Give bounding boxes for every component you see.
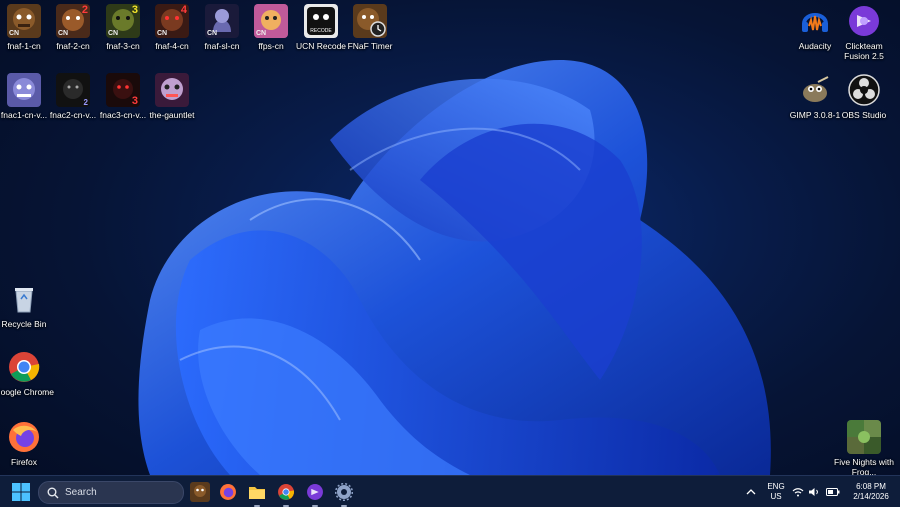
fnac3-icon: 3 (106, 73, 140, 107)
fnac1-icon (7, 73, 41, 107)
icon-label: Five Nights with Frog... (834, 457, 894, 477)
desktop-icon-obs-studio[interactable]: OBS Studio (833, 73, 895, 120)
fnaf-1-icon: CN (7, 4, 41, 38)
gimp-icon (798, 73, 832, 107)
fnac2-icon: 2 (56, 73, 90, 107)
chrome-icon (7, 350, 41, 384)
icon-label: the-gauntlet (149, 110, 195, 120)
show-hidden-icons-button[interactable] (739, 480, 763, 504)
wifi-icon (792, 488, 804, 497)
fnaf-app-icon (190, 482, 210, 502)
cn-badge: CN (256, 30, 267, 37)
taskbar-settings[interactable] (332, 480, 356, 507)
fnaf-4-icon: CN 4 (155, 4, 189, 38)
folder-icon (249, 487, 265, 499)
taskbar-chrome[interactable] (274, 480, 298, 507)
clock[interactable]: 6:08 PM 2/14/2026 (843, 482, 899, 502)
desktop-icon-the-gauntlet[interactable]: the-gauntlet (141, 73, 203, 120)
number-badge: 2 (83, 98, 88, 107)
speaker-icon (809, 488, 818, 496)
recycle-bin-icon (7, 282, 41, 316)
clickteam-fusion-icon (847, 4, 881, 38)
number-badge: 2 (81, 4, 88, 16)
taskbar-fnaf-app[interactable] (188, 480, 212, 504)
language-indicator[interactable]: ENG US (762, 482, 790, 502)
icon-label: Firefox (11, 457, 37, 467)
desktop-icon-firefox[interactable]: Firefox (0, 420, 55, 467)
fnaf-2-icon: CN 2 (56, 4, 90, 38)
audacity-icon (798, 4, 832, 38)
firefox-icon (7, 420, 41, 454)
icon-label: Recycle Bin (1, 319, 47, 329)
ucn-recode-icon: RECODE (304, 4, 338, 38)
start-button[interactable] (9, 480, 33, 504)
language-label: ENG (767, 482, 785, 491)
the-gauntlet-icon (155, 73, 189, 107)
taskbar-firefox[interactable] (216, 480, 240, 504)
cn-badge: CN (9, 30, 20, 37)
icon-label: Google Chrome (0, 387, 54, 397)
taskbar-clickteam-fusion[interactable] (303, 480, 327, 507)
clickteam-fusion-icon (307, 484, 323, 500)
windows-icon (12, 483, 30, 501)
battery-icon (826, 488, 840, 496)
fnaf-timer-icon (353, 4, 387, 38)
taskbar-search-box[interactable]: Search (38, 481, 184, 504)
battery-status[interactable] (823, 480, 843, 504)
desktop-wallpaper (138, 60, 771, 475)
taskbar: Search ENG US 6:08 PM 2/14/2026 (0, 475, 900, 507)
chrome-icon (278, 484, 295, 500)
gear-icon (335, 483, 353, 501)
number-badge: 3 (131, 4, 138, 16)
icon-label: OBS Studio (841, 110, 887, 120)
number-badge: 3 (131, 95, 138, 107)
search-icon (47, 487, 59, 498)
desktop-icon-five-nights-with-frog[interactable]: Five Nights with Frog... (833, 420, 895, 477)
chevron-up-icon (746, 489, 756, 495)
firefox-icon (220, 484, 236, 500)
region-label: US (770, 492, 782, 501)
taskbar-file-explorer[interactable] (245, 480, 269, 507)
five-nights-with-frog-icon (847, 420, 881, 454)
fnaf-3-icon: CN 3 (106, 4, 140, 38)
fnaf-sl-icon: CN (205, 4, 239, 38)
obs-studio-icon (847, 73, 881, 107)
icon-label: FNaF Timer (347, 41, 393, 51)
desktop-icon-fnaf-timer[interactable]: FNaF Timer (339, 4, 401, 51)
clock-time: 6:08 PM (856, 482, 886, 491)
cn-badge: CN (207, 30, 218, 37)
icon-label: Clickteam Fusion 2.5 (844, 41, 884, 61)
ffps-icon: CN (254, 4, 288, 38)
cn-badge: CN (58, 30, 69, 37)
desktop-icon-google-chrome[interactable]: Google Chrome (0, 350, 55, 397)
cn-badge: CN (157, 30, 168, 37)
cn-badge: CN (108, 30, 119, 37)
recode-text: RECODE (310, 28, 332, 34)
search-placeholder: Search (65, 487, 97, 498)
desktop-icon-recycle-bin[interactable]: Recycle Bin (0, 282, 55, 329)
clock-date: 2/14/2026 (853, 492, 889, 501)
volume-status[interactable] (805, 480, 823, 504)
number-badge: 4 (180, 4, 187, 16)
desktop-icon-clickteam-fusion[interactable]: Clickteam Fusion 2.5 (833, 4, 895, 61)
